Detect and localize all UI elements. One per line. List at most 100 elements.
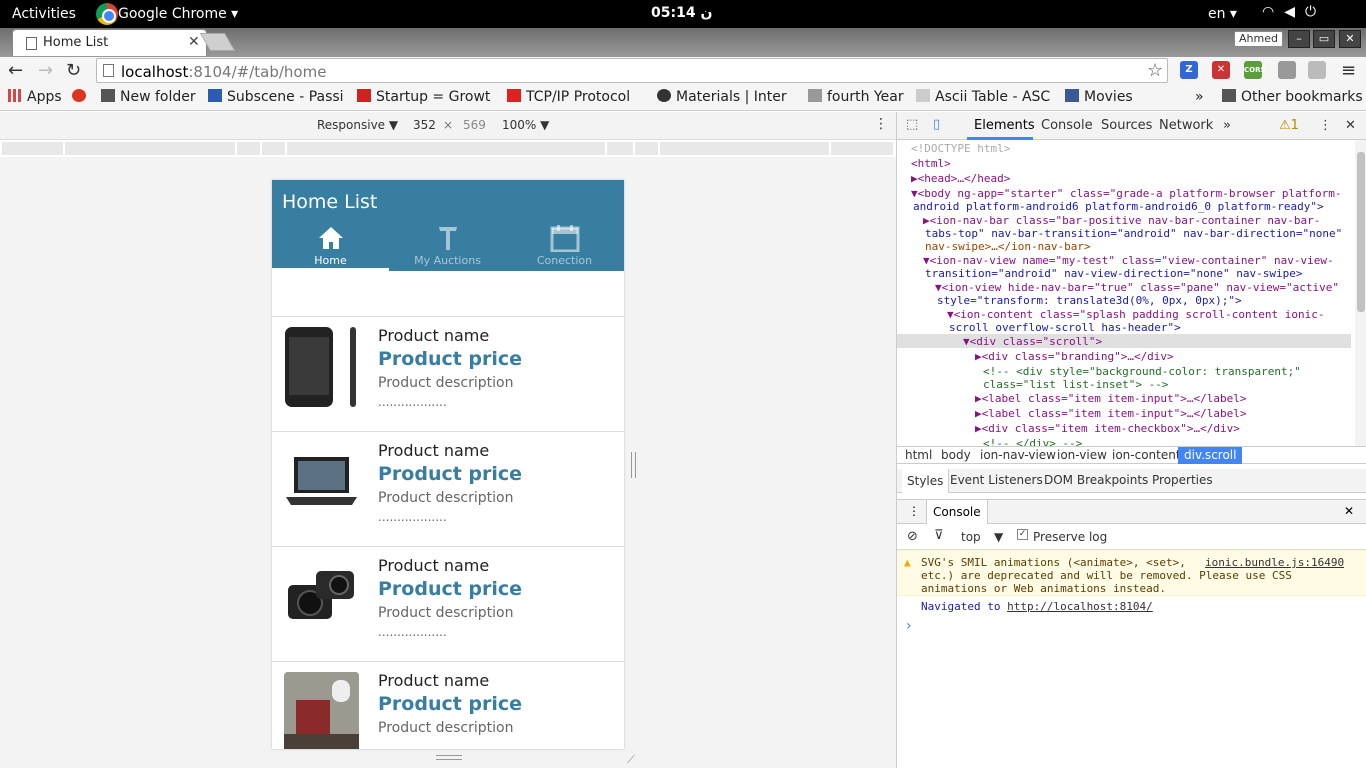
- dom-line[interactable]: ▼<ion-content class="splash padding scro…: [947, 308, 1325, 321]
- profile-button[interactable]: Ahmed: [1234, 31, 1283, 47]
- dom-line[interactable]: ▶<label class="item item-input">…</label…: [975, 407, 1247, 420]
- back-arrow-icon[interactable]: ←: [8, 60, 23, 81]
- dom-line-selected[interactable]: ▼<div class="scroll">: [963, 335, 1102, 348]
- inspect-element-icon[interactable]: ⬚: [906, 117, 918, 132]
- dom-line[interactable]: nav-swipe>…</ion-nav-bar>: [925, 240, 1091, 253]
- crumb-html[interactable]: html: [905, 448, 932, 462]
- dom-tree[interactable]: <!DOCTYPE html> <html> ▶<head>…</head> ▼…: [897, 140, 1355, 446]
- crumb-div-scroll[interactable]: div.scroll: [1178, 447, 1243, 464]
- crumb-ion-nav-view[interactable]: ion-nav-view: [980, 448, 1056, 462]
- forward-arrow-icon[interactable]: →: [38, 60, 53, 81]
- activities-button[interactable]: Activities: [12, 6, 76, 22]
- warning-count-badge[interactable]: ⚠1: [1279, 118, 1299, 133]
- filter-icon[interactable]: ⊽: [934, 528, 944, 543]
- tab-elements[interactable]: Elements: [974, 118, 1035, 133]
- dom-line[interactable]: ▶<div class="branding">…</div>: [975, 350, 1174, 363]
- tab-conection[interactable]: Conection: [506, 224, 623, 271]
- tab-properties[interactable]: Properties: [1152, 473, 1213, 487]
- dom-line[interactable]: android platform-android6 platform-andro…: [913, 200, 1324, 213]
- list-item[interactable]: Product name Product price Product descr…: [272, 431, 624, 546]
- z-extension-icon[interactable]: Z: [1180, 61, 1198, 79]
- tab-sources[interactable]: Sources: [1101, 118, 1152, 133]
- extension-icon-2[interactable]: [1308, 61, 1326, 79]
- context-dropdown-icon[interactable]: ▼: [994, 530, 1003, 544]
- other-bookmarks[interactable]: Other bookmarks: [1222, 89, 1363, 105]
- maximize-button[interactable]: ▭: [1313, 30, 1335, 48]
- navigated-url-link[interactable]: http://localhost:8104/: [1007, 600, 1153, 613]
- bookmark-movies[interactable]: Movies: [1065, 89, 1135, 105]
- bookmark-tcpip[interactable]: TCP/IP Protocol: [507, 89, 645, 105]
- close-devtools-icon[interactable]: ✕: [1345, 118, 1356, 133]
- dom-line[interactable]: ▼<ion-view hide-nav-bar="true" class="pa…: [935, 281, 1339, 294]
- dom-line[interactable]: ▶<label class="item item-input">…</label…: [975, 392, 1247, 405]
- bookmark-star-icon[interactable]: ☆: [1147, 60, 1163, 81]
- close-window-button[interactable]: ✕: [1339, 30, 1361, 48]
- dom-line[interactable]: transition="android" nav-view-direction=…: [925, 267, 1303, 280]
- bookmark-fourth-year[interactable]: fourth Year: [808, 89, 910, 105]
- system-status-icons[interactable]: ◠◀⏻: [1262, 4, 1326, 20]
- dom-line[interactable]: ▶<head>…</head>: [911, 172, 1010, 185]
- tab-event-listeners[interactable]: Event Listeners: [950, 473, 1043, 487]
- dom-line[interactable]: ▶<div class="item item-checkbox">…</div>: [975, 422, 1240, 435]
- tab-dom-breakpoints[interactable]: DOM Breakpoints: [1044, 473, 1148, 487]
- address-bar[interactable]: localhost:8104/#/tab/home ☆: [96, 58, 1168, 83]
- clock[interactable]: 05:14 ن: [651, 5, 712, 21]
- browser-tab[interactable]: Home List ✕: [12, 29, 207, 56]
- viewport-width-input[interactable]: 352: [413, 118, 436, 132]
- dom-line[interactable]: scroll overflow-scroll has-header">: [949, 321, 1181, 334]
- more-tabs-chevron[interactable]: »: [1223, 118, 1231, 133]
- dom-line[interactable]: ▼<ion-nav-view name="my-test" class="vie…: [923, 254, 1334, 267]
- language-menu[interactable]: en ▾: [1208, 6, 1237, 22]
- crumb-ion-view[interactable]: ion-view: [1057, 448, 1107, 462]
- list-item[interactable]: Product name Product price Product descr…: [272, 316, 624, 431]
- resize-handle-bottom[interactable]: [436, 755, 462, 760]
- drawer-tab-console[interactable]: Console: [926, 500, 988, 524]
- minimize-button[interactable]: –: [1288, 30, 1310, 48]
- tab-home[interactable]: Home: [272, 224, 389, 271]
- viewport-height-input[interactable]: 569: [463, 118, 486, 132]
- dom-line[interactable]: <!-- <div style="background-color: trans…: [983, 365, 1301, 378]
- dom-line[interactable]: <html>: [911, 157, 951, 170]
- app-menu[interactable]: Google Chrome ▾: [118, 6, 238, 22]
- dom-line[interactable]: <!-- </div> -->: [983, 437, 1082, 446]
- tab-network[interactable]: Network: [1159, 118, 1213, 133]
- device-toggle-icon[interactable]: ▯: [933, 117, 940, 132]
- media-query-ruler[interactable]: [0, 140, 896, 157]
- cors-extension-icon[interactable]: CORS: [1244, 61, 1266, 79]
- reload-icon[interactable]: ↻: [66, 60, 81, 81]
- crumb-ion-content[interactable]: ion-content: [1112, 448, 1181, 462]
- dom-line[interactable]: ▶<ion-nav-bar class="bar-positive nav-ba…: [923, 214, 1320, 227]
- drawer-menu-icon[interactable]: ⋮: [908, 504, 920, 518]
- close-drawer-icon[interactable]: ✕: [1344, 504, 1354, 518]
- tab-console[interactable]: Console: [1041, 118, 1093, 133]
- resize-corner-icon[interactable]: ⟋: [627, 753, 635, 767]
- dom-line[interactable]: tabs-top" nav-bar-transition="android" n…: [925, 227, 1342, 240]
- bookmark-startup[interactable]: Startup = Growt: [357, 89, 495, 105]
- bookmark-t[interactable]: [72, 89, 90, 105]
- console-prompt[interactable]: ›: [906, 618, 912, 634]
- clear-console-icon[interactable]: ⊘: [907, 529, 918, 544]
- close-tab-icon[interactable]: ✕: [188, 34, 200, 50]
- dom-line[interactable]: class="list list-inset"> -->: [983, 378, 1168, 391]
- preserve-log-checkbox[interactable]: ✓: [1017, 529, 1028, 540]
- bookmark-ascii[interactable]: Ascii Table - ASC: [916, 89, 1052, 105]
- more-options-icon[interactable]: ⋮: [874, 116, 888, 132]
- chrome-menu-icon[interactable]: ≡: [1341, 60, 1356, 81]
- bookmark-apps[interactable]: Apps: [8, 89, 62, 105]
- crumb-body[interactable]: body: [941, 448, 971, 462]
- devtools-menu-icon[interactable]: ⋮: [1319, 118, 1332, 133]
- device-mode-select[interactable]: Responsive ▼: [317, 118, 398, 132]
- bookmarks-overflow-chevron[interactable]: »: [1195, 89, 1204, 105]
- tab-styles[interactable]: Styles: [902, 469, 950, 493]
- resize-handle-right[interactable]: [631, 452, 636, 478]
- dom-line[interactable]: ▼<body ng-app="starter" class="grade-a p…: [911, 187, 1341, 200]
- context-select[interactable]: top: [961, 530, 981, 544]
- list-item[interactable]: Product name Product price Product descr…: [272, 546, 624, 661]
- x-extension-icon[interactable]: ✕: [1212, 61, 1230, 79]
- bookmark-new-folder[interactable]: New folder: [101, 89, 198, 105]
- dom-line[interactable]: <!DOCTYPE html>: [911, 142, 1010, 155]
- bookmark-subscene[interactable]: Subscene - Passi: [208, 89, 345, 105]
- tab-my-auctions[interactable]: My Auctions: [389, 224, 506, 271]
- extension-icon[interactable]: [1278, 61, 1296, 79]
- zoom-select[interactable]: 100% ▼: [502, 118, 549, 132]
